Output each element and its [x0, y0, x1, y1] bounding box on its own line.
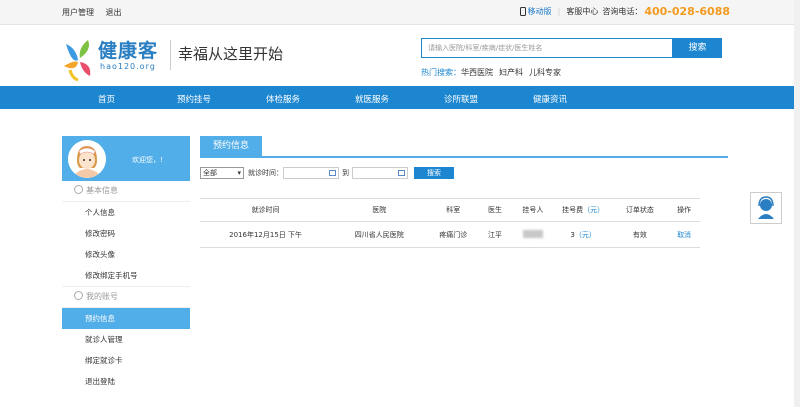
section-label: 基本信息	[86, 186, 118, 195]
cell-time: 2016年12月15日 下午	[200, 221, 332, 248]
mobile-label: 移动版	[527, 7, 552, 16]
sidebar-item-patients[interactable]: 就诊人管理	[62, 329, 190, 350]
sidebar: 欢迎您，! 基本信息 个人信息 修改密码 修改头像 修改绑定手机号 我的账号 预…	[62, 136, 190, 392]
cell-hospital: 四川省人民医院	[331, 221, 428, 248]
scrollbar[interactable]	[794, 0, 800, 407]
phone-icon	[519, 7, 526, 16]
calendar-icon[interactable]	[329, 170, 336, 176]
nav-item-medical-service[interactable]: 就医服务	[355, 93, 389, 105]
avatar[interactable]	[68, 140, 106, 178]
header: 健康客 hao120.org 幸福从这里开始 请输入医院/科室/疾病/症状/医生…	[0, 24, 800, 86]
nav-item-appointment[interactable]: 预约挂号	[177, 93, 211, 105]
main-nav: 首页 预约挂号 体检服务 就医服务 诊所联盟 健康资讯	[0, 86, 800, 109]
sidebar-item-change-phone[interactable]: 修改绑定手机号	[62, 265, 190, 286]
table-row: 2016年12月15日 下午 四川省人民医院 疼痛门诊 江平 3（元） 有效 取…	[200, 221, 700, 248]
cell-doctor: 江平	[479, 221, 511, 248]
sidebar-item-bind-card[interactable]: 绑定就诊卡	[62, 350, 190, 371]
section-label: 我的账号	[86, 292, 118, 301]
nav-item-home[interactable]: 首页	[98, 93, 115, 105]
cell-status: 有效	[611, 221, 669, 248]
user-manage-link[interactable]: 用户管理	[62, 8, 94, 17]
logo-text: 健康客	[98, 40, 159, 62]
mobile-link[interactable]: 移动版	[519, 6, 552, 17]
cell-registrant	[510, 221, 555, 248]
section-basic-info: 基本信息	[62, 181, 190, 202]
date-label: 就诊时间：	[248, 169, 283, 177]
col-dept: 科室	[427, 198, 480, 222]
cell-fee: 3（元）	[554, 221, 612, 248]
query-button[interactable]: 搜索	[414, 167, 454, 179]
logout-link[interactable]: 退出	[106, 8, 122, 17]
hot-search: 热门搜索：华西医院 妇产科 儿科专家	[421, 67, 561, 78]
cell-dept: 疼痛门诊	[427, 221, 480, 248]
search-button[interactable]: 搜索	[673, 38, 722, 58]
nav-item-clinic-alliance[interactable]: 诊所联盟	[444, 93, 478, 105]
divider: |	[557, 7, 561, 16]
hot-keyword[interactable]: 妇产科	[499, 68, 523, 77]
user-circle-icon	[74, 185, 83, 194]
welcome-text: 欢迎您，!	[132, 156, 163, 164]
top-bar: 用户管理 退出 移动版 | 客服中心 咨询电话： 400-028-6088	[0, 0, 800, 25]
logo[interactable]: 健康客 hao120.org	[62, 38, 170, 82]
nurse-avatar-icon	[68, 140, 106, 178]
hot-search-label: 热门搜索：	[421, 68, 461, 77]
tab-appointments[interactable]: 预约信息	[200, 136, 262, 156]
hot-keyword[interactable]: 儿科专家	[529, 68, 561, 77]
sidebar-item-change-password[interactable]: 修改密码	[62, 223, 190, 244]
fee-unit: （元）	[574, 230, 596, 239]
logo-subtitle: hao120.org	[100, 62, 156, 71]
col-fee: 挂号费（元）	[554, 198, 612, 222]
calendar-icon[interactable]	[398, 170, 405, 176]
fee-unit-label: （元）	[583, 206, 605, 214]
slogan: 幸福从这里开始	[178, 45, 284, 63]
start-date-input[interactable]	[283, 167, 339, 179]
fee-label: 挂号费	[562, 206, 584, 214]
status-select[interactable]: 全部	[200, 167, 244, 179]
col-action: 操作	[668, 198, 700, 222]
divider	[170, 40, 171, 70]
headset-icon	[758, 196, 774, 219]
col-registrant: 挂号人	[510, 198, 555, 222]
col-hospital: 医院	[331, 198, 428, 222]
tab-bar: 预约信息	[200, 136, 728, 158]
cancel-link[interactable]: 取消	[668, 221, 700, 248]
section-my-account: 我的账号	[62, 286, 190, 308]
sidebar-item-personal-info[interactable]: 个人信息	[62, 202, 190, 223]
col-status: 订单状态	[611, 198, 669, 222]
hot-keyword[interactable]: 华西医院	[461, 68, 493, 77]
filter-bar: 全部 就诊时间： 到 搜索	[200, 167, 454, 179]
hotline-number: 400-028-6088	[644, 5, 730, 18]
logo-icon	[64, 40, 91, 82]
sidebar-item-appointments[interactable]: 预约信息	[62, 308, 190, 329]
sidebar-item-logout[interactable]: 退出登陆	[62, 371, 190, 392]
nav-item-checkup[interactable]: 体检服务	[266, 93, 300, 105]
appointments-table: 就诊时间 医院 科室 医生 挂号人 挂号费（元） 订单状态 操作 2016年12…	[200, 198, 700, 248]
col-doctor: 医生	[479, 198, 511, 222]
hotline-label: 咨询电话：	[602, 7, 643, 16]
profile-card: 欢迎您，!	[62, 136, 190, 181]
col-time: 就诊时间	[200, 198, 332, 222]
sidebar-item-change-avatar[interactable]: 修改头像	[62, 244, 190, 265]
redacted-name	[522, 229, 543, 238]
search-input[interactable]: 请输入医院/科室/疾病/症状/医生姓名	[421, 38, 673, 58]
customer-service-button[interactable]	[750, 192, 782, 224]
service-center-link[interactable]: 客服中心	[566, 6, 598, 17]
to-label: 到	[342, 169, 349, 177]
table-header: 就诊时间 医院 科室 医生 挂号人 挂号费（元） 订单状态 操作	[200, 198, 700, 222]
nav-item-health-news[interactable]: 健康资讯	[533, 93, 567, 105]
chat-icon	[74, 291, 83, 300]
end-date-input[interactable]	[352, 167, 408, 179]
main-content: 预约信息 全部 就诊时间： 到 搜索 就诊时间 医院 科室 医生 挂号人 挂号费…	[200, 136, 728, 248]
